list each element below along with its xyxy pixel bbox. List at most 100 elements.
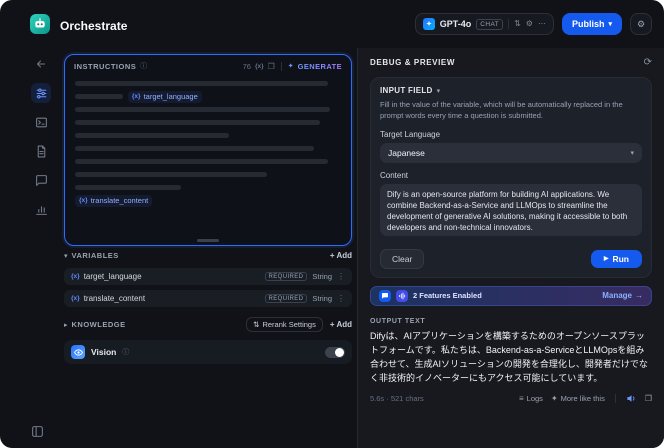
target-language-label: Target Language [380,129,441,139]
features-bar[interactable]: 2 Features Enabled Manage → [370,285,652,306]
skeleton-line [75,81,328,86]
target-language-select[interactable]: Japanese ▾ [380,142,642,163]
required-badge: REQUIRED [264,272,308,281]
instructions-header: INSTRUCTIONS ⓘ 76 {x} ❐ ✦ GENERATE [65,55,351,75]
skeleton-line [75,159,328,164]
input-field-card: INPUT FIELD ▾ Fill in the value of the v… [370,77,652,278]
feature-speech-icon [396,289,408,302]
type-label: String [312,272,332,281]
arrow-right-icon: → [635,291,643,301]
row-menu-icon[interactable]: ⋮ [337,272,345,281]
generate-button[interactable]: GENERATE [298,62,342,71]
gear-icon: ⚙ [636,18,646,29]
skeleton-line [75,120,320,125]
feature-chat-icon [379,289,391,302]
instructions-editor[interactable]: INSTRUCTIONS ⓘ 76 {x} ❐ ✦ GENERATE {x} ta… [64,54,352,246]
copy-icon[interactable]: ❐ [645,394,652,403]
clear-button[interactable]: Clear [380,248,425,269]
vision-label: Vision [91,347,117,357]
variables-title: VARIABLES [71,251,119,260]
logs-button[interactable]: ≡ Logs [519,394,543,403]
divider [280,61,282,71]
skeleton-line [75,172,267,177]
sliders-icon[interactable]: ⇅ [514,20,521,28]
output-text: Difyは、AIアプリケーションを構築するためのオープンソースプラットフォームで… [370,330,648,383]
app-logo-robot-icon [30,14,50,34]
knowledge-header: ▸ KNOWLEDGE ⇅ Rerank Settings + Add [64,317,352,332]
output-stats: 5.6s · 521 chars [370,393,424,403]
skeleton-line [75,133,230,138]
list-icon: ≡ [519,393,524,403]
app-window: Orchestrate GPT-4o CHAT ⇅ ⚙ ⋯ Publish ▾ … [0,0,664,448]
char-count: 76 [242,61,251,71]
more-like-this-button[interactable]: ✦ More like this [551,394,605,403]
app-settings-button[interactable]: ⚙ [630,13,652,35]
model-icon [422,18,435,30]
refresh-icon[interactable]: ⟳ [644,57,652,68]
prompt-content[interactable]: {x} target_language {x} translate_content [65,75,351,207]
content-textarea[interactable]: Dify is an open-source platform for buil… [380,183,642,236]
collapse-sidebar-icon[interactable] [31,425,44,438]
info-icon: ⓘ [122,349,130,356]
publish-button[interactable]: Publish ▾ [561,13,622,35]
mode-chip: CHAT [476,18,504,30]
variable-token-icon[interactable]: {x} [255,63,264,70]
type-label: String [312,294,332,303]
sidebar-item-monitoring[interactable] [31,199,51,219]
input-field-description: Fill in the value of the variable, which… [380,100,623,120]
variables-header: ▾ VARIABLES + Add [64,251,352,260]
back-icon[interactable] [31,54,51,74]
divider [508,19,510,29]
skeleton-line [75,107,331,112]
more-icon[interactable]: ⋯ [538,20,546,28]
skeleton-line [75,94,123,99]
chevron-right-icon[interactable]: ▸ [64,321,68,329]
skeleton-line [75,146,315,151]
chevron-down-icon: ▾ [608,21,612,28]
copy-icon[interactable]: ❐ [268,62,275,71]
sidebar-item-annotations[interactable] [31,170,51,190]
model-name: GPT-4o [439,19,472,29]
publish-label: Publish [571,19,605,29]
resize-handle[interactable] [197,239,219,242]
rerank-settings-button[interactable]: ⇅ Rerank Settings [246,317,323,332]
sliders-icon: ⇅ [253,320,260,329]
play-icon: ▶ [603,256,609,263]
manage-features-button[interactable]: Manage → [602,291,643,300]
knowledge-title: KNOWLEDGE [71,320,126,329]
chevron-down-icon: ▾ [630,149,634,157]
run-button[interactable]: ▶ Run [590,249,642,268]
sparkle-icon: ✦ [550,393,558,403]
input-field-title: INPUT FIELD [380,86,433,95]
sidebar-item-orchestrate[interactable] [31,83,51,103]
settings-icon[interactable]: ⚙ [526,20,533,28]
divider [614,393,616,403]
variable-chip-translate-content: {x} translate_content [75,194,153,207]
chevron-down-icon[interactable]: ▾ [64,252,68,260]
speaker-icon[interactable] [626,393,637,404]
debug-preview-panel: DEBUG & PREVIEW ⟳ INPUT FIELD ▾ Fill in … [357,48,664,448]
sidebar [28,54,54,219]
add-variable-button[interactable]: + Add [330,251,352,260]
variable-chip-target-language: {x} target_language [127,90,202,103]
variable-token-icon: {x} [71,295,80,302]
sidebar-item-logs[interactable] [31,141,51,161]
eye-icon [71,345,85,359]
vision-toggle[interactable] [325,346,345,358]
variable-row-target-language[interactable]: {x} target_language REQUIRED String ⋮ [64,268,352,285]
variable-row-translate-content[interactable]: {x} translate_content REQUIRED String ⋮ [64,290,352,307]
page-title: Orchestrate [60,19,128,33]
sparkle-icon: ✦ [287,63,294,70]
skeleton-line [75,185,182,190]
add-knowledge-button[interactable]: + Add [330,320,352,329]
debug-preview-title: DEBUG & PREVIEW [370,58,456,67]
output-text-title: OUTPUT TEXT [370,317,426,325]
row-menu-icon[interactable]: ⋮ [337,294,345,303]
vision-feature-row: Vision ⓘ [64,340,352,364]
info-icon: ⓘ [140,63,148,70]
features-enabled-label: 2 Features Enabled [413,291,482,301]
chevron-down-icon[interactable]: ▾ [437,87,441,95]
sidebar-item-api-access[interactable] [31,112,51,132]
header-actions: GPT-4o CHAT ⇅ ⚙ ⋯ Publish ▾ ⚙ [414,13,652,35]
model-selector[interactable]: GPT-4o CHAT ⇅ ⚙ ⋯ [414,13,554,35]
